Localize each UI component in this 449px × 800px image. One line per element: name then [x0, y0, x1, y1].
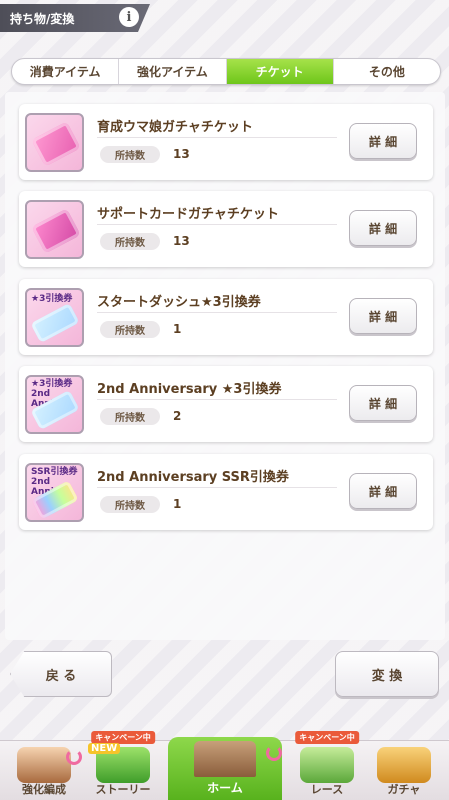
gacha-door-icon: [377, 747, 431, 783]
item-name: サポートカードガチャチケット: [97, 207, 279, 222]
training-character-icon: [17, 747, 71, 783]
info-icon: i: [126, 9, 132, 25]
home-building-icon: [194, 741, 256, 777]
nav-story[interactable]: キャンペーン中 NEW ストーリー: [86, 731, 160, 799]
qty-label: 所持数: [100, 146, 160, 163]
page-title: 持ち物/変換: [10, 12, 75, 26]
detail-button[interactable]: 詳 細: [349, 123, 417, 159]
convert-button[interactable]: 変 換: [335, 651, 439, 697]
star3-exchange-ticket-icon: ★3引換券: [25, 288, 84, 347]
pink-ticket-icon: [25, 200, 84, 259]
qty-value: 13: [173, 147, 190, 161]
list-item: サポートカードガチャチケット 所持数 13 詳 細: [19, 191, 433, 267]
detail-button[interactable]: 詳 細: [349, 298, 417, 334]
campaign-badge: キャンペーン中: [295, 731, 359, 744]
nav-race[interactable]: キャンペーン中 レース: [290, 731, 364, 799]
qty-value: 1: [173, 497, 182, 511]
item-name: スタートダッシュ★3引換券: [97, 295, 261, 310]
back-button[interactable]: 戻 る: [10, 651, 112, 697]
list-item: ★3引換券 スタートダッシュ★3引換券 所持数 1 詳 細: [19, 279, 433, 355]
qty-value: 13: [173, 234, 190, 248]
detail-button[interactable]: 詳 細: [349, 473, 417, 509]
new-badge: NEW: [88, 743, 121, 754]
qty-label: 所持数: [100, 233, 160, 250]
list-item: 育成ウマ娘ガチャチケット 所持数 13 詳 細: [19, 104, 433, 180]
tab-other[interactable]: その他: [334, 59, 440, 84]
qty-value: 1: [173, 322, 182, 336]
anniversary-star3-ticket-icon: ★3引換券 2nd Anniv.: [25, 375, 84, 434]
item-name: 2nd Anniversary ★3引換券: [97, 382, 282, 397]
horseshoe-icon: [66, 749, 82, 765]
category-tabs: 消費アイテム 強化アイテム チケット その他: [11, 58, 441, 85]
qty-value: 2: [173, 409, 182, 423]
info-button[interactable]: i: [119, 7, 139, 27]
race-track-icon: [300, 747, 354, 783]
item-name: 育成ウマ娘ガチャチケット: [97, 120, 253, 135]
horseshoe-icon: [266, 745, 282, 761]
detail-button[interactable]: 詳 細: [349, 210, 417, 246]
tab-consumables[interactable]: 消費アイテム: [12, 59, 120, 84]
detail-button[interactable]: 詳 細: [349, 385, 417, 421]
tab-tickets[interactable]: チケット: [226, 59, 334, 84]
tab-enhancement-items[interactable]: 強化アイテム: [119, 59, 227, 84]
nav-training[interactable]: 強化編成: [8, 745, 82, 799]
nav-gacha[interactable]: ガチャ: [368, 745, 440, 799]
list-item: SSR引換券 2nd Anniv. 2nd Anniversary SSR引換券…: [19, 454, 433, 530]
pink-ticket-icon: [25, 113, 84, 172]
nav-home[interactable]: ホーム: [168, 737, 282, 800]
qty-label: 所持数: [100, 408, 160, 425]
qty-label: 所持数: [100, 321, 160, 338]
item-name: 2nd Anniversary SSR引換券: [97, 470, 289, 485]
list-item: ★3引換券 2nd Anniv. 2nd Anniversary ★3引換券 所…: [19, 366, 433, 442]
anniversary-ssr-ticket-icon: SSR引換券 2nd Anniv.: [25, 463, 84, 522]
qty-label: 所持数: [100, 496, 160, 513]
